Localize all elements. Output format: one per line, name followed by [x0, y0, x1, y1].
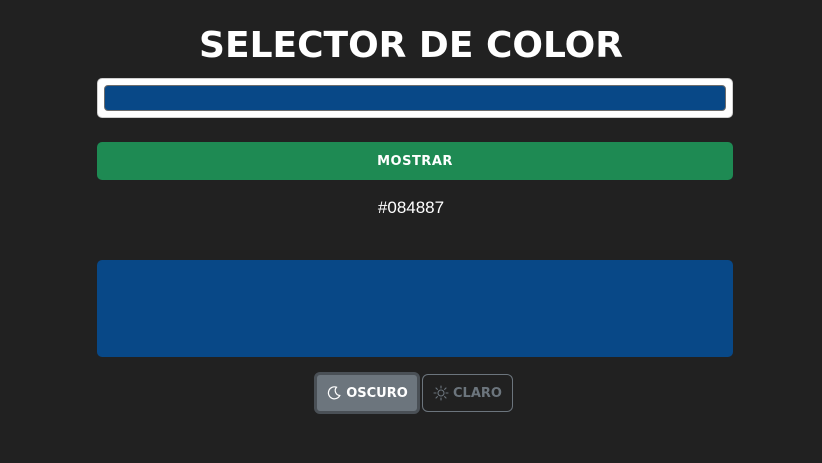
light-theme-button[interactable]: Claro	[422, 374, 513, 412]
moon-icon	[326, 385, 342, 401]
color-input-swatch[interactable]	[104, 85, 726, 111]
light-theme-label: Claro	[453, 385, 502, 401]
dark-theme-label: Oscuro	[346, 385, 408, 401]
sun-icon	[433, 385, 449, 401]
color-input[interactable]	[97, 78, 733, 118]
show-button[interactable]: Mostrar	[97, 142, 733, 180]
page-title: Selector de color	[199, 25, 623, 66]
app-root: Selector de color Mostrar #084887 Oscuro	[0, 0, 822, 463]
dark-theme-button[interactable]: Oscuro	[314, 372, 420, 414]
color-preview-box	[97, 260, 733, 357]
hex-value-text: #084887	[377, 198, 445, 217]
